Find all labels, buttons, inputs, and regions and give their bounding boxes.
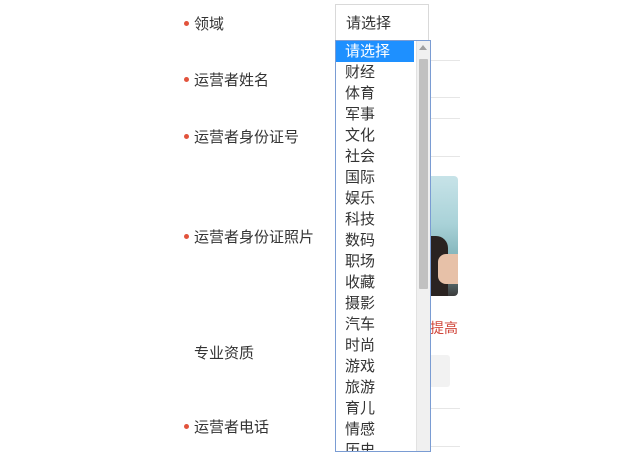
domain-option[interactable]: 科技 [336,209,414,230]
required-marker [184,424,189,429]
domain-option[interactable]: 时尚 [336,335,414,356]
domain-option[interactable]: 职场 [336,251,414,272]
domain-option[interactable]: 军事 [336,104,414,125]
id-photo-thumbnail[interactable] [430,176,458,296]
domain-option[interactable]: 体育 [336,83,414,104]
required-marker [184,77,189,82]
domain-option[interactable]: 财经 [336,62,414,83]
domain-option[interactable]: 游戏 [336,356,414,377]
domain-option[interactable]: 旅游 [336,377,414,398]
domain-options-list[interactable]: 请选择 财经 体育 军事 文化 社会 国际 娱乐 科技 数码 职场 收藏 摄影 汽车 时尚 游戏 旅游 育儿 情感历… [335,40,431,452]
domain-option[interactable]: 摄影 [336,293,414,314]
domain-option[interactable]: 数码 [336,230,414,251]
name-input-edge[interactable] [430,97,460,98]
domain-option[interactable]: 文化 [336,125,414,146]
required-marker [184,234,189,239]
id-number-input-edge[interactable] [430,156,460,157]
name-input-edge[interactable] [430,60,460,61]
domain-option[interactable]: 历史 [336,440,414,451]
required-marker [184,21,189,26]
domain-select-value: 请选择 [346,14,392,32]
domain-select[interactable]: 请选择 [335,4,429,40]
qualification-upload-box[interactable] [430,355,450,387]
domain-option[interactable]: 社会 [336,146,414,167]
domain-option[interactable]: 汽车 [336,314,414,335]
scroll-up-arrow-icon[interactable] [419,45,427,50]
phone-input-edge[interactable] [430,446,460,447]
label-domain: 领域 [184,14,224,34]
label-operator-phone: 运营者电话 [184,417,269,437]
phone-input-edge[interactable] [430,408,460,409]
domain-option[interactable]: 国际 [336,167,414,188]
domain-option[interactable]: 育儿 [336,398,414,419]
domain-option[interactable]: 收藏 [336,272,414,293]
label-operator-name: 运营者姓名 [184,70,269,90]
required-marker [184,134,189,139]
domain-option[interactable]: 情感 [336,419,414,440]
photo-hint-text: 提高 [430,321,458,337]
scroll-thumb[interactable] [419,59,428,289]
domain-option[interactable]: 娱乐 [336,188,414,209]
label-operator-id-number: 运营者身份证号 [184,127,299,147]
id-number-input-edge[interactable] [430,118,460,119]
domain-option[interactable]: 请选择 [336,41,414,62]
dropdown-scrollbar[interactable] [416,41,430,451]
label-professional-qualification: 专业资质 [194,344,255,362]
label-operator-id-photo: 运营者身份证照片 [184,227,314,247]
